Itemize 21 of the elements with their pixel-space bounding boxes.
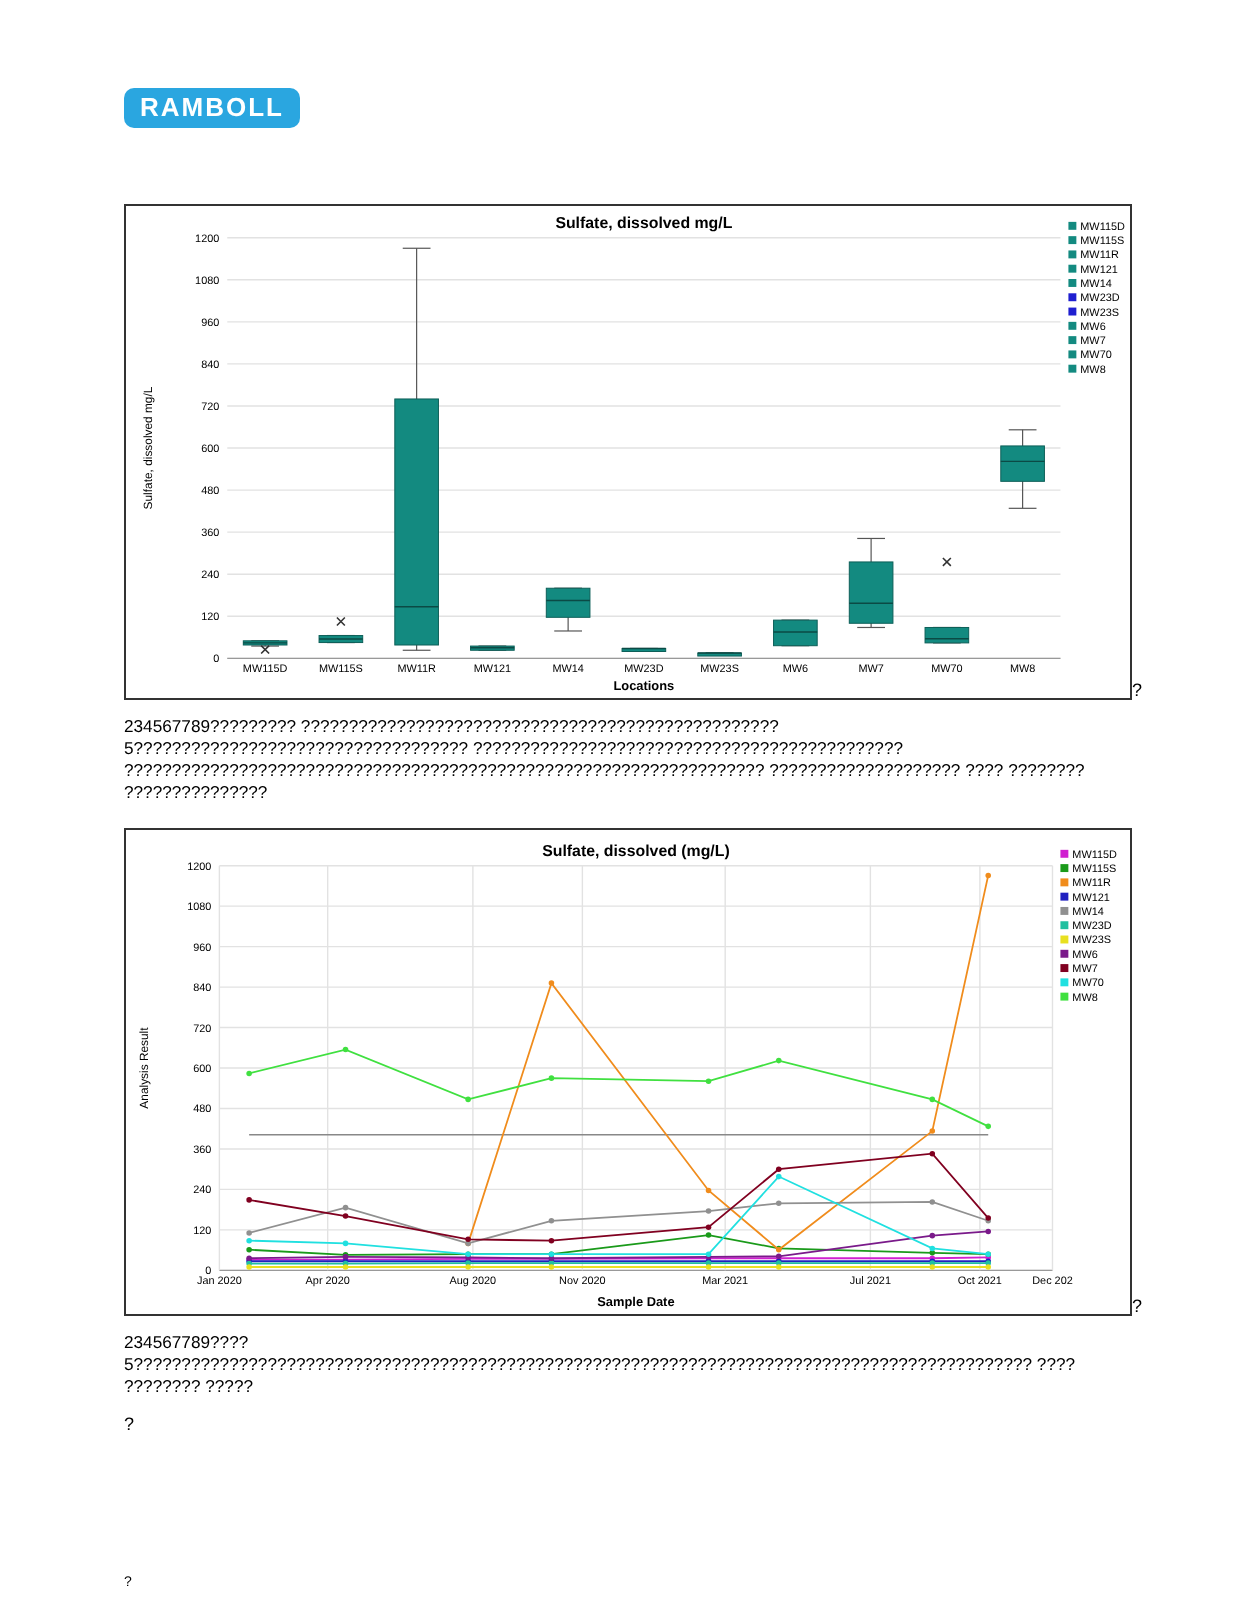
outlier-marker [942, 557, 952, 567]
box-plot-drawing [697, 652, 743, 657]
paragraph: 234567789????????? ?????????????????????????????????????????????????? 5??????????????????????????????????? ????????????????????????????????????????????? ??????????????????????????????????????????????????????????????????? ???????????????????? ???? ???????? ??????????????? [124, 716, 1087, 804]
company-logo: RAMBOLL [124, 88, 300, 128]
paragraph: 234567789????5?????????????????????????????????????????????????????????????????????????????????????????????? ???? ???????? ????? [124, 1332, 1078, 1398]
box-plot-drawing [545, 587, 591, 632]
box-plot-drawing [924, 626, 970, 644]
question-mark: ? [1132, 1296, 1143, 1316]
box-plot-drawing [318, 634, 364, 644]
outlier-marker [336, 616, 346, 627]
box-plot-drawing [469, 645, 515, 651]
chart-title: Sulfate, dissolved mg/L [555, 213, 733, 232]
question-mark: ? [1132, 680, 1143, 700]
box-plot-drawing [1000, 429, 1046, 509]
box-plot-drawing [848, 537, 894, 629]
question-mark: ? [124, 1414, 135, 1434]
outlier-marker [260, 644, 270, 655]
box-plot-drawing [242, 640, 288, 647]
chart-title: Sulfate, dissolved (mg/L) [542, 841, 730, 860]
box-plot-drawing [621, 647, 667, 652]
box-plot-drawing [772, 619, 818, 647]
